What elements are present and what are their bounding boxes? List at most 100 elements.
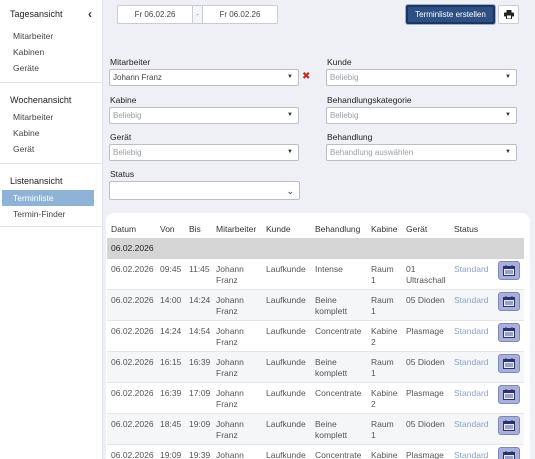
print-button[interactable] bbox=[498, 5, 519, 24]
kabine-select[interactable]: Beliebig ▼ bbox=[109, 107, 299, 124]
caret-down-icon: ▼ bbox=[505, 149, 511, 155]
calendar-icon bbox=[503, 451, 515, 459]
filter-label-mitarbeiter: Mitarbeiter bbox=[110, 57, 151, 67]
behandlungskategorie-select[interactable]: Beliebig ▼ bbox=[326, 107, 517, 124]
cell-behandlung: Concentrate bbox=[315, 388, 362, 398]
cell-mitarbeiter: Johann Franz bbox=[216, 326, 244, 347]
cell-kunde: Laufkunde bbox=[266, 450, 306, 459]
cell-von: 16:15 bbox=[160, 357, 182, 367]
cell-behandlung: Beine komplett bbox=[315, 419, 348, 440]
date-from-field[interactable]: Fr 06.02.26 bbox=[118, 6, 192, 23]
filter-label-kabine: Kabine bbox=[110, 95, 137, 105]
open-appointment-button[interactable] bbox=[498, 292, 520, 311]
cell-von: 09:45 bbox=[160, 264, 182, 274]
sidebar-item-wochen-mitarbeiter[interactable]: Mitarbeiter bbox=[0, 109, 102, 125]
caret-down-icon: ▼ bbox=[505, 112, 511, 118]
cell-kunde: Laufkunde bbox=[266, 357, 306, 367]
cell-bis: 14:54 bbox=[189, 326, 211, 336]
cell-datum: 06.02.2026 bbox=[111, 388, 154, 398]
cell-von: 16:39 bbox=[160, 388, 182, 398]
column-header-kunde: Kunde bbox=[266, 224, 291, 234]
cell-bis: 17:09 bbox=[189, 388, 211, 398]
open-appointment-button[interactable] bbox=[498, 385, 520, 404]
mitarbeiter-select[interactable]: Johann Franz ▼ bbox=[109, 69, 299, 86]
chevron-left-icon[interactable]: ‹ bbox=[88, 7, 92, 21]
column-header-behandlung: Behandlung bbox=[315, 224, 361, 234]
cell-mitarbeiter: Johann Franz bbox=[216, 295, 244, 316]
table-row: 06.02.2026 14:24 14:54 Johann Franz Laufkund… bbox=[107, 321, 524, 352]
cell-status: Standard bbox=[454, 264, 489, 274]
cell-bis: 14:24 bbox=[189, 295, 211, 305]
sidebar-item-terminliste[interactable]: Terminliste bbox=[2, 190, 94, 206]
date-range-picker: Fr 06.02.26 - Fr 06.02.26 bbox=[117, 5, 278, 24]
calendar-icon bbox=[503, 265, 515, 276]
geraet-select[interactable]: Beliebig ▼ bbox=[109, 144, 299, 161]
cell-kunde: Laufkunde bbox=[266, 388, 306, 398]
calendar-icon bbox=[503, 420, 515, 431]
cell-bis: 19:39 bbox=[189, 450, 211, 459]
open-appointment-button[interactable] bbox=[498, 447, 520, 459]
clear-icon[interactable]: ✖ bbox=[302, 71, 310, 82]
cell-behandlung: Concentrate bbox=[315, 450, 362, 459]
cell-kunde: Laufkunde bbox=[266, 295, 306, 305]
column-header-kabine: Kabine bbox=[371, 224, 398, 234]
calendar-icon bbox=[503, 389, 515, 400]
open-appointment-button[interactable] bbox=[498, 323, 520, 342]
column-header-datum: Datum bbox=[111, 224, 137, 234]
kunde-select[interactable]: Beliebig ▼ bbox=[326, 69, 517, 86]
calendar-icon bbox=[503, 358, 515, 369]
sidebar-item-tages-geraete[interactable]: Geräte bbox=[0, 60, 102, 76]
mitarbeiter-select-value: Johann Franz bbox=[113, 73, 162, 82]
cell-kabine: Kabine 2 bbox=[371, 388, 398, 409]
cell-geraet: 05 Dioden bbox=[406, 419, 445, 429]
cell-bis: 16:39 bbox=[189, 357, 211, 367]
cell-geraet: 05 Dioden bbox=[406, 295, 445, 305]
sidebar-item-wochen-kabine[interactable]: Kabine bbox=[0, 125, 102, 141]
cell-behandlung: Beine komplett bbox=[315, 295, 348, 316]
table-row: 06.02.2026 09:45 11:45 Johann Franz Laufkund… bbox=[107, 259, 524, 290]
cell-behandlung: Beine komplett bbox=[315, 357, 348, 378]
table-row: 06.02.2026 19:09 19:39 Johann Franz Laufkund… bbox=[107, 445, 524, 459]
caret-down-icon: ▼ bbox=[505, 74, 511, 80]
open-appointment-button[interactable] bbox=[498, 261, 520, 280]
divider bbox=[0, 82, 102, 83]
divider bbox=[0, 163, 102, 164]
behandlungskategorie-select-placeholder: Beliebig bbox=[330, 111, 359, 120]
date-to-field[interactable]: Fr 06.02.26 bbox=[203, 6, 277, 23]
sidebar: Tagesansicht ‹ Mitarbeiter Kabinen Gerät… bbox=[0, 0, 103, 459]
behandlung-select[interactable]: Behandlung auswählen ▼ bbox=[326, 144, 517, 161]
sidebar-title-wochenansicht: Wochenansicht bbox=[10, 95, 72, 105]
sidebar-item-tages-mitarbeiter[interactable]: Mitarbeiter bbox=[0, 28, 102, 44]
cell-kabine: Raum 1 bbox=[371, 264, 394, 285]
cell-behandlung: Concentrate bbox=[315, 326, 362, 336]
cell-status: Standard bbox=[454, 388, 489, 398]
sidebar-item-tages-kabinen[interactable]: Kabinen bbox=[0, 44, 102, 60]
kabine-select-placeholder: Beliebig bbox=[113, 111, 142, 120]
cell-mitarbeiter: Johann Franz bbox=[216, 388, 244, 409]
cell-kabine: Kabine 2 bbox=[371, 450, 398, 459]
status-select[interactable]: ⌄ bbox=[109, 181, 300, 200]
cell-kabine: Raum 1 bbox=[371, 357, 394, 378]
kunde-select-placeholder: Beliebig bbox=[330, 73, 359, 82]
appointment-table: Datum Von Bis Mitarbeiter Kunde Behandlu… bbox=[106, 213, 530, 459]
filter-label-behandlungskategorie: Behandlungskategorie bbox=[327, 95, 412, 105]
cell-geraet: Plasmage bbox=[406, 388, 444, 398]
sidebar-section-tagesansicht: Tagesansicht ‹ bbox=[0, 0, 102, 28]
cell-von: 14:00 bbox=[160, 295, 182, 305]
cell-status: Standard bbox=[454, 419, 489, 429]
sidebar-item-termin-finder[interactable]: Termin-Finder bbox=[0, 206, 102, 222]
date-separator: - bbox=[192, 6, 203, 23]
cell-datum: 06.02.2026 bbox=[111, 295, 154, 305]
sidebar-item-wochen-geraet[interactable]: Gerät bbox=[0, 141, 102, 157]
cell-geraet: Plasmage bbox=[406, 450, 444, 459]
date-group-row: 06.02.2026 bbox=[107, 238, 524, 259]
filter-label-kunde: Kunde bbox=[327, 57, 352, 67]
caret-down-icon: ▼ bbox=[287, 74, 293, 80]
cell-kunde: Laufkunde bbox=[266, 264, 306, 274]
open-appointment-button[interactable] bbox=[498, 354, 520, 373]
create-terminliste-button[interactable]: Terminliste erstellen bbox=[406, 5, 495, 24]
open-appointment-button[interactable] bbox=[498, 416, 520, 435]
cell-von: 18:45 bbox=[160, 419, 182, 429]
cell-kunde: Laufkunde bbox=[266, 419, 306, 429]
cell-status: Standard bbox=[454, 326, 489, 336]
